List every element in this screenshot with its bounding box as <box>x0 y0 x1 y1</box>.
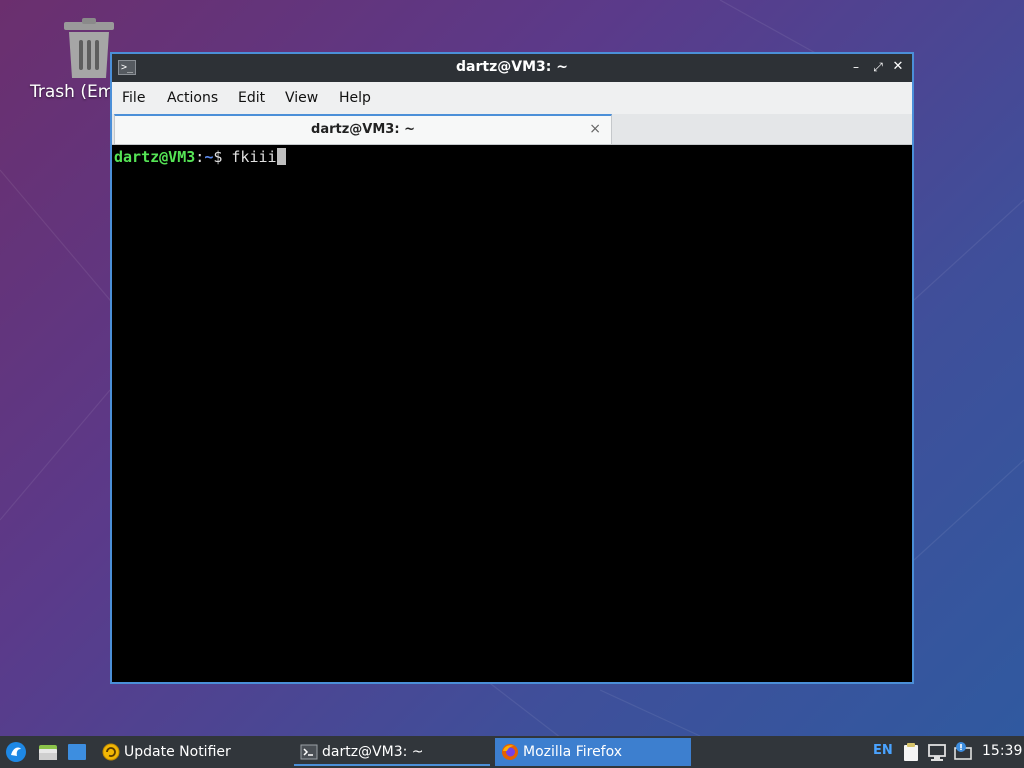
close-button[interactable]: ✕ <box>890 59 906 75</box>
prompt-separator: : <box>195 148 205 166</box>
task-label: dartz@VM3: ~ <box>322 744 424 760</box>
trash-label: Trash (Em <box>30 82 115 102</box>
task-firefox[interactable]: Mozilla Firefox <box>495 738 691 766</box>
prompt-line: dartz@VM3:~$ fkiii <box>114 148 910 166</box>
menubar: File Actions Edit View Help <box>112 82 912 114</box>
terminal-window: >_ dartz@VM3: ~ – ⤢ ✕ File Actions Edit … <box>110 52 914 684</box>
menu-actions[interactable]: Actions <box>167 90 218 106</box>
text-cursor <box>276 148 286 165</box>
keyboard-layout-indicator[interactable]: EN <box>873 743 893 758</box>
minimize-button[interactable]: – <box>848 59 864 75</box>
task-label: Mozilla Firefox <box>523 744 623 760</box>
firefox-icon <box>502 744 518 760</box>
menu-help[interactable]: Help <box>339 90 371 106</box>
file-manager-icon[interactable] <box>37 741 59 763</box>
clock[interactable]: 15:39 <box>982 743 1022 759</box>
prompt-user: dartz@VM3 <box>114 148 196 166</box>
menu-view[interactable]: View <box>285 90 318 106</box>
network-icon[interactable] <box>926 741 948 763</box>
trash-icon <box>64 18 114 78</box>
notification-icon[interactable] <box>952 741 974 763</box>
update-notifier-icon <box>102 743 120 761</box>
window-title: dartz@VM3: ~ <box>456 59 568 75</box>
task-update-notifier[interactable]: Update Notifier <box>96 738 286 766</box>
menu-edit[interactable]: Edit <box>238 90 265 106</box>
tab-label: dartz@VM3: ~ <box>311 122 415 137</box>
task-terminal[interactable]: dartz@VM3: ~ <box>294 738 490 766</box>
taskbar: Update Notifier dartz@VM3: ~ Mozilla Fir… <box>0 736 1024 768</box>
prompt-path: ~ <box>204 148 214 166</box>
start-menu-icon[interactable] <box>5 741 27 763</box>
tab-terminal[interactable]: dartz@VM3: ~ × <box>114 114 612 144</box>
menu-file[interactable]: File <box>122 90 145 106</box>
terminal-icon <box>300 744 318 760</box>
show-desktop-icon[interactable] <box>66 741 88 763</box>
tab-close-icon[interactable]: × <box>589 121 601 137</box>
command-text: fkiii <box>231 148 277 166</box>
clipboard-icon[interactable] <box>900 741 922 763</box>
tab-bar: dartz@VM3: ~ × <box>112 114 912 145</box>
maximize-button[interactable]: ⤢ <box>870 59 886 75</box>
task-label: Update Notifier <box>124 744 231 760</box>
window-titlebar[interactable]: >_ dartz@VM3: ~ – ⤢ ✕ <box>112 54 912 82</box>
terminal-output[interactable]: dartz@VM3:~$ fkiii <box>112 145 912 682</box>
prompt-symbol: $ <box>213 148 232 166</box>
